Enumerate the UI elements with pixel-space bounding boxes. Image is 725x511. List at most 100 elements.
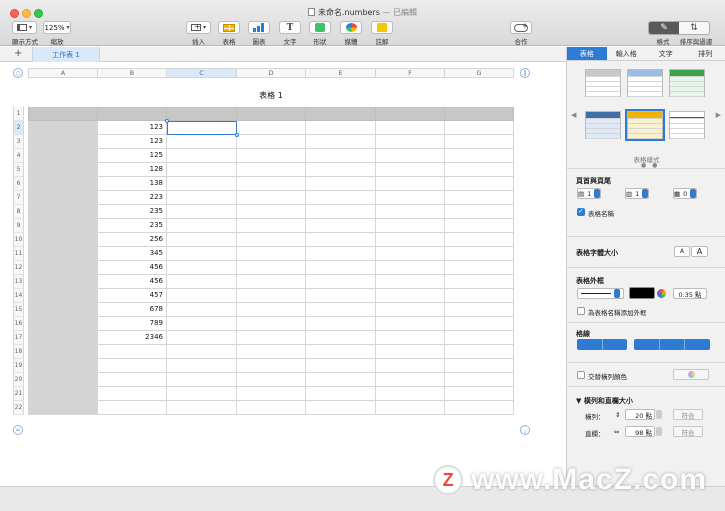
table-cell[interactable] bbox=[167, 373, 237, 387]
table-cell[interactable] bbox=[167, 233, 237, 247]
table-cell[interactable] bbox=[237, 149, 306, 163]
table-cell[interactable] bbox=[28, 177, 98, 191]
table-style-navy[interactable] bbox=[585, 111, 621, 139]
table-cell[interactable] bbox=[167, 149, 237, 163]
table-cell[interactable] bbox=[306, 135, 376, 149]
table-cell[interactable] bbox=[306, 107, 376, 121]
table-cell[interactable] bbox=[445, 149, 514, 163]
column-header-a[interactable]: A bbox=[28, 68, 98, 78]
table-cell[interactable] bbox=[237, 303, 306, 317]
table-cell[interactable] bbox=[167, 275, 237, 289]
table-grid[interactable]: 123 123 125 128 138 223 235 235 256 345 456 456 457 6… bbox=[28, 107, 514, 415]
table-cell[interactable] bbox=[445, 107, 514, 121]
table-cell[interactable] bbox=[237, 163, 306, 177]
table-cell[interactable]: 457 bbox=[98, 289, 167, 303]
table-cell[interactable] bbox=[98, 387, 167, 401]
chart-button[interactable] bbox=[248, 21, 270, 34]
row-header-14[interactable]: 14 bbox=[13, 289, 24, 303]
table-cell[interactable] bbox=[376, 191, 445, 205]
page-dots[interactable]: ● ● bbox=[641, 162, 659, 169]
table-cell[interactable] bbox=[376, 317, 445, 331]
table-cell[interactable] bbox=[167, 345, 237, 359]
table-cell[interactable] bbox=[167, 359, 237, 373]
row-header-3[interactable]: 3 bbox=[13, 135, 24, 149]
table-cell[interactable] bbox=[237, 121, 306, 135]
table-cell[interactable] bbox=[237, 275, 306, 289]
table-cell[interactable] bbox=[28, 163, 98, 177]
view-button[interactable]: ▾ bbox=[12, 21, 37, 34]
table-cell[interactable] bbox=[28, 401, 98, 415]
inspector-tab-0[interactable]: 表格 bbox=[567, 47, 607, 60]
table-cell[interactable] bbox=[167, 135, 237, 149]
table-cell[interactable]: 678 bbox=[98, 303, 167, 317]
table-cell[interactable] bbox=[376, 303, 445, 317]
table-cell[interactable] bbox=[28, 233, 98, 247]
table-cell[interactable] bbox=[445, 219, 514, 233]
table-cell[interactable]: 456 bbox=[98, 261, 167, 275]
table-cell[interactable] bbox=[445, 191, 514, 205]
table-cell[interactable] bbox=[28, 345, 98, 359]
table-cell[interactable] bbox=[376, 177, 445, 191]
table-cell[interactable] bbox=[376, 331, 445, 345]
table-cell[interactable] bbox=[28, 359, 98, 373]
table-cell[interactable] bbox=[167, 387, 237, 401]
table-cell[interactable] bbox=[237, 331, 306, 345]
row-header-9[interactable]: 9 bbox=[13, 219, 24, 233]
table-cell[interactable] bbox=[98, 401, 167, 415]
collaborate-button[interactable] bbox=[510, 21, 532, 34]
table-cell[interactable]: 456 bbox=[98, 275, 167, 289]
table-cell[interactable] bbox=[167, 303, 237, 317]
fit-column-button[interactable]: 符合 bbox=[673, 426, 703, 437]
table-cell[interactable] bbox=[237, 289, 306, 303]
table-cell[interactable] bbox=[28, 219, 98, 233]
table-cell[interactable] bbox=[445, 331, 514, 345]
table-cell[interactable]: 223 bbox=[98, 191, 167, 205]
table-cell[interactable] bbox=[306, 261, 376, 275]
table-select-handle[interactable]: ○ bbox=[13, 68, 23, 78]
table-cell[interactable] bbox=[237, 107, 306, 121]
table-cell[interactable] bbox=[306, 345, 376, 359]
table-cell[interactable] bbox=[28, 387, 98, 401]
row-header-20[interactable]: 20 bbox=[13, 373, 24, 387]
table-cell[interactable] bbox=[376, 233, 445, 247]
table-cell[interactable]: 235 bbox=[98, 205, 167, 219]
row-header-13[interactable]: 13 bbox=[13, 275, 24, 289]
table-cell[interactable] bbox=[376, 149, 445, 163]
table-cell[interactable] bbox=[28, 107, 98, 121]
table-cell[interactable] bbox=[306, 149, 376, 163]
table-cell[interactable] bbox=[306, 275, 376, 289]
table-cell[interactable] bbox=[445, 135, 514, 149]
table-cell[interactable] bbox=[445, 387, 514, 401]
table-cell[interactable] bbox=[98, 359, 167, 373]
gridlines-body-toggle[interactable] bbox=[577, 339, 627, 350]
header-columns-select[interactable]: ▥ 1 bbox=[625, 188, 649, 199]
insert-button[interactable]: ▾ bbox=[186, 21, 211, 34]
row-header-4[interactable]: 4 bbox=[13, 149, 24, 163]
table-cell[interactable] bbox=[28, 261, 98, 275]
table-cell[interactable] bbox=[28, 121, 98, 135]
sort-filter-button[interactable]: ⇅ bbox=[679, 22, 709, 34]
table-cell[interactable] bbox=[376, 247, 445, 261]
table-cell[interactable] bbox=[445, 303, 514, 317]
row-header-10[interactable]: 10 bbox=[13, 233, 24, 247]
add-sheet-button[interactable]: + bbox=[14, 48, 22, 59]
table-cell[interactable] bbox=[28, 247, 98, 261]
table-cell[interactable] bbox=[376, 163, 445, 177]
table-cell[interactable] bbox=[445, 121, 514, 135]
table-style-plain[interactable] bbox=[585, 69, 621, 97]
table-cell[interactable] bbox=[306, 359, 376, 373]
table-cell[interactable] bbox=[376, 275, 445, 289]
row-header-11[interactable]: 11 bbox=[13, 247, 24, 261]
table-cell[interactable] bbox=[376, 219, 445, 233]
row-header-18[interactable]: 18 bbox=[13, 345, 24, 359]
column-header-d[interactable]: D bbox=[237, 68, 306, 78]
table-cell[interactable]: 345 bbox=[98, 247, 167, 261]
table-cell[interactable] bbox=[306, 247, 376, 261]
table-cell[interactable] bbox=[28, 275, 98, 289]
table-cell[interactable] bbox=[445, 275, 514, 289]
table-cell[interactable] bbox=[237, 401, 306, 415]
table-style-green[interactable] bbox=[669, 69, 705, 97]
horizontal-gridlines-button[interactable] bbox=[577, 339, 603, 350]
table-cell[interactable] bbox=[167, 261, 237, 275]
table-cell[interactable] bbox=[28, 289, 98, 303]
